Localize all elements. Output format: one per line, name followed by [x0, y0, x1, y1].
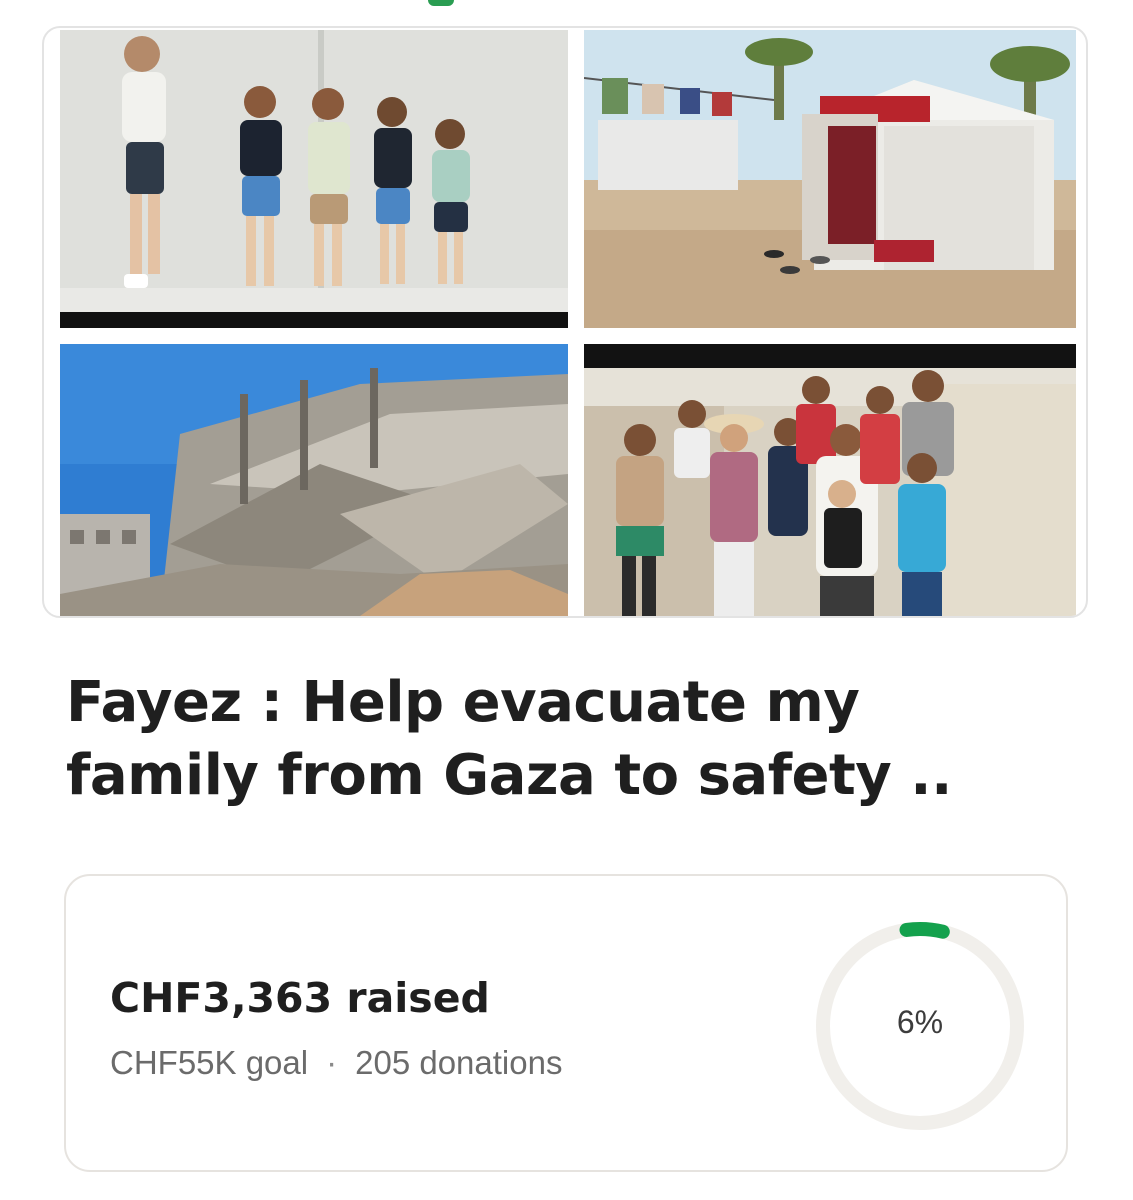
goal-and-donations: CHF55K goal · 205 donations	[110, 1044, 562, 1082]
photo-destroyed-buildings	[60, 344, 568, 616]
progress-percent: 6%	[896, 1004, 944, 1040]
goal-amount: CHF55K goal	[110, 1044, 309, 1081]
donation-count: 205 donations	[355, 1044, 563, 1081]
campaign-title-line2: family from Gaza to safety ..	[66, 743, 952, 808]
amount-raised: CHF3,363 raised	[110, 974, 490, 1022]
campaign-image-collage[interactable]	[42, 26, 1088, 618]
photo-children-by-wall	[60, 30, 568, 328]
campaign-title: Fayez : Help evacuate my family from Gaza…	[66, 666, 1066, 812]
meta-separator: ·	[326, 1044, 338, 1081]
photo-children-group	[584, 344, 1076, 616]
photo-camp-tent	[584, 30, 1076, 328]
top-accent-bar	[428, 0, 454, 6]
campaign-title-line1: Fayez : Help evacuate my	[66, 670, 860, 735]
fundraiser-progress-card[interactable]: CHF3,363 raised CHF55K goal · 205 donation…	[64, 874, 1068, 1172]
